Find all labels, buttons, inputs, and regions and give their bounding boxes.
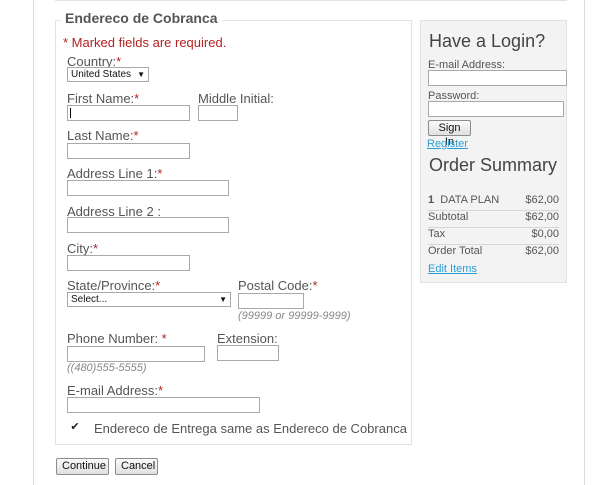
required-fields-note: * Marked fields are required.: [63, 35, 227, 50]
billing-legend: Endereco de Cobranca: [61, 10, 222, 26]
middle-initial-label: Middle Initial:: [198, 91, 274, 106]
summary-item-name: DATA PLAN: [440, 194, 500, 206]
summary-total-row: Order Total $62,00: [428, 244, 559, 261]
phone-number-hint: ((480)555-5555): [67, 362, 147, 374]
order-summary-heading: Order Summary: [429, 155, 558, 175]
login-password-input[interactable]: [428, 101, 564, 117]
continue-button[interactable]: Continue: [56, 458, 109, 475]
login-email-input[interactable]: [428, 70, 567, 86]
same-address-label: Endereco de Entrega same as Endereco de …: [94, 421, 407, 436]
first-name-input[interactable]: [67, 105, 190, 121]
summary-subtotal-row: Subtotal $62,00: [428, 210, 559, 227]
city-label: City:*: [67, 241, 99, 256]
city-input[interactable]: [67, 255, 190, 271]
first-name-label: First Name:*: [67, 91, 140, 106]
last-name-input[interactable]: [67, 143, 190, 159]
phone-number-label: Phone Number: *: [67, 331, 167, 346]
sign-in-button[interactable]: Sign In: [428, 120, 471, 148]
summary-item-qty: 1: [428, 194, 435, 206]
dropdown-arrow-icon: ▼: [219, 295, 227, 304]
postal-code-hint: (99999 or 99999-9999): [238, 310, 351, 322]
subtotal-value: $62,00: [525, 211, 559, 223]
register-link[interactable]: Register: [427, 138, 468, 150]
extension-label: Extension:: [217, 331, 278, 346]
country-select-value: United States: [71, 69, 132, 80]
summary-tax-row: Tax $0,00: [428, 227, 559, 244]
same-address-checkbox[interactable]: ✔: [69, 421, 81, 433]
postal-code-input[interactable]: [238, 293, 304, 309]
phone-number-input[interactable]: [67, 346, 205, 362]
last-name-label: Last Name:*: [67, 128, 139, 143]
address-line2-input[interactable]: [67, 217, 229, 233]
address-line1-label: Address Line 1:*: [67, 166, 163, 181]
tax-value: $0,00: [531, 228, 559, 240]
tax-label: Tax: [428, 228, 446, 240]
email-address-input[interactable]: [67, 397, 260, 413]
page-border-right: [584, 0, 585, 485]
login-heading: Have a Login?: [429, 31, 546, 51]
email-address-label: E-mail Address:*: [67, 383, 164, 398]
state-select-value: Select...: [71, 294, 108, 305]
summary-item-price: $62,00: [525, 194, 559, 206]
order-total-label: Order Total: [428, 245, 483, 257]
edit-items-link[interactable]: Edit Items: [428, 263, 477, 275]
postal-code-label: Postal Code:*: [238, 278, 318, 293]
country-select[interactable]: United States ▼: [67, 67, 149, 82]
state-province-label: State/Province:*: [67, 278, 161, 293]
page-border-left: [33, 0, 34, 485]
address-line1-input[interactable]: [67, 180, 229, 196]
order-total-value: $62,00: [525, 245, 559, 257]
dropdown-arrow-icon: ▼: [137, 70, 145, 79]
cancel-button[interactable]: Cancel: [115, 458, 158, 475]
middle-initial-input[interactable]: [198, 105, 238, 121]
page-top-divider: [55, 0, 567, 1]
summary-item-row: 1 DATA PLAN $62,00: [428, 193, 559, 210]
subtotal-label: Subtotal: [428, 211, 469, 223]
extension-input[interactable]: [217, 345, 279, 361]
state-province-select[interactable]: Select... ▼: [67, 292, 231, 307]
